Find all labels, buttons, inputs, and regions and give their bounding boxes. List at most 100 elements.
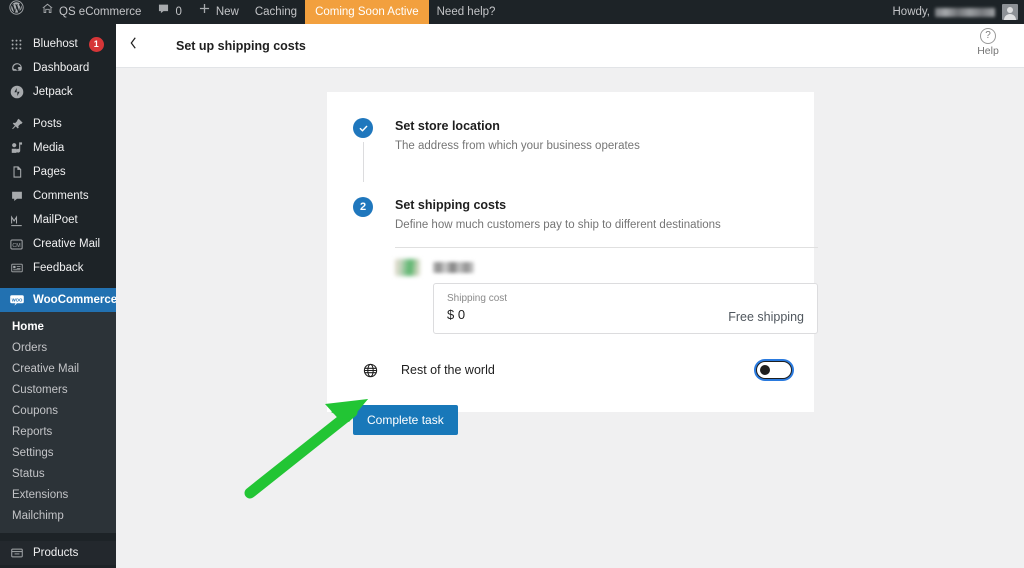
- site-name-label: QS eCommerce: [59, 6, 142, 18]
- page-title: Set up shipping costs: [176, 38, 306, 53]
- coming-soon-active-button[interactable]: Coming Soon Active: [305, 0, 429, 24]
- sidebar-item-label: Pages: [33, 166, 66, 178]
- shipping-cost-input[interactable]: Shipping cost $ 0 Free shipping: [433, 283, 818, 334]
- submenu-item-settings[interactable]: Settings: [0, 443, 116, 464]
- step-number-badge: 2: [353, 197, 373, 217]
- rest-of-world-label: Rest of the world: [401, 363, 495, 377]
- rest-of-world-row: Rest of the world: [353, 357, 792, 383]
- comments-count: 0: [175, 6, 182, 18]
- shipping-region-row: [395, 248, 818, 278]
- creative-mail-cm-icon: CM: [8, 236, 25, 253]
- comment-bubble-icon: [157, 0, 170, 24]
- bluehost-update-badge: 1: [88, 36, 104, 52]
- submenu-item-orders[interactable]: Orders: [0, 338, 116, 359]
- coming-soon-label: Coming Soon Active: [315, 6, 419, 18]
- sidebar-item-label: Comments: [33, 190, 89, 202]
- rest-of-world-toggle[interactable]: [756, 361, 792, 379]
- sidebar-item-woocommerce[interactable]: WOO WooCommerce: [0, 288, 116, 312]
- svg-text:WOO: WOO: [11, 297, 22, 302]
- submenu-item-customers[interactable]: Customers: [0, 380, 116, 401]
- sidebar-item-jetpack[interactable]: Jetpack: [0, 80, 116, 104]
- avatar: [1002, 4, 1018, 20]
- admin-bar: QS eCommerce 0 New Caching Coming Soon A…: [0, 0, 1024, 24]
- woocommerce-icon: WOO: [8, 292, 25, 309]
- submenu-item-reports[interactable]: Reports: [0, 422, 116, 443]
- submenu-item-extensions[interactable]: Extensions: [0, 485, 116, 506]
- submenu-item-status[interactable]: Status: [0, 464, 116, 485]
- sidebar-item-label: Jetpack: [33, 86, 73, 98]
- account-menu[interactable]: Howdy,: [885, 0, 1024, 24]
- sidebar-item-feedback[interactable]: Feedback: [0, 256, 116, 280]
- pages-icon: [8, 164, 25, 181]
- free-shipping-note: Free shipping: [728, 310, 804, 324]
- main-content: Set up shipping costs ? Help Set store l…: [116, 24, 1024, 568]
- step-description: The address from which your business ope…: [395, 140, 640, 152]
- shipping-cost-label: Shipping cost: [447, 293, 508, 304]
- step-title: Set store location: [395, 119, 500, 133]
- comment-bubble-icon: [8, 188, 25, 205]
- page-header: Set up shipping costs ? Help: [116, 24, 1024, 68]
- products-box-icon: [8, 545, 25, 562]
- wordpress-logo-button[interactable]: [0, 0, 33, 24]
- new-label: New: [215, 6, 239, 18]
- sidebar-item-label: Media: [33, 142, 65, 154]
- country-name-redacted: [433, 262, 474, 273]
- sidebar-item-products[interactable]: Products: [0, 541, 116, 565]
- sidebar-item-label: WooCommerce: [33, 294, 116, 306]
- sidebar-item-label: Bluehost: [33, 38, 78, 50]
- username-redacted: [935, 7, 995, 17]
- sidebar-item-dashboard[interactable]: Dashboard: [0, 56, 116, 80]
- help-button[interactable]: ? Help: [966, 28, 1010, 57]
- sidebar-item-pages[interactable]: Pages: [0, 160, 116, 184]
- sidebar-item-comments[interactable]: Comments: [0, 184, 116, 208]
- comments-button[interactable]: 0: [149, 0, 189, 24]
- step-description: Define how much customers pay to ship to…: [395, 219, 721, 231]
- sidebar-item-label: Dashboard: [33, 62, 90, 74]
- help-label: Help: [977, 45, 999, 57]
- submenu-item-creative-mail[interactable]: Creative Mail: [0, 359, 116, 380]
- sidebar-item-label: Products: [33, 547, 79, 559]
- submenu-item-home[interactable]: Home: [0, 317, 116, 338]
- media-icon: [8, 140, 25, 157]
- submenu-item-mailchimp[interactable]: Mailchimp: [0, 506, 116, 527]
- mailpoet-m-icon: [8, 212, 25, 229]
- pin-icon: [8, 116, 25, 133]
- need-help-label: Need help?: [436, 6, 496, 18]
- question-mark-circle-icon: ?: [980, 28, 996, 44]
- new-content-button[interactable]: New: [190, 0, 247, 24]
- sidebar-item-label: MailPoet: [33, 214, 78, 226]
- site-name-button[interactable]: QS eCommerce: [33, 0, 149, 24]
- svg-text:CM: CM: [12, 242, 20, 248]
- back-button[interactable]: [116, 24, 150, 68]
- woocommerce-submenu[interactable]: Home Orders Creative Mail Customers Coup…: [0, 312, 116, 533]
- step-complete-check-icon: [353, 118, 373, 138]
- need-help-button[interactable]: Need help?: [429, 0, 504, 24]
- jetpack-icon: [8, 84, 25, 101]
- step-set-shipping-costs[interactable]: 2 Set shipping costs Define how much cus…: [353, 197, 818, 338]
- sidebar-item-posts[interactable]: Posts: [0, 112, 116, 136]
- sidebar-item-label: Creative Mail: [33, 238, 101, 250]
- sidebar-item-mailpoet[interactable]: MailPoet: [0, 208, 116, 232]
- step-title: Set shipping costs: [395, 198, 507, 212]
- plus-icon: [198, 0, 211, 24]
- grid-dots-icon: [8, 36, 25, 53]
- complete-task-button[interactable]: Complete task: [353, 405, 458, 435]
- step-connector-line: [362, 142, 364, 182]
- sidebar-item-label: Feedback: [33, 262, 84, 274]
- howdy-label: Howdy,: [892, 6, 931, 18]
- step-set-store-location[interactable]: Set store location The address from whic…: [353, 118, 792, 182]
- shipping-setup-card: Set store location The address from whic…: [327, 92, 818, 435]
- home-icon: [41, 0, 54, 24]
- country-flag-icon: [395, 259, 420, 276]
- submenu-item-coupons[interactable]: Coupons: [0, 401, 116, 422]
- admin-sidebar[interactable]: Bluehost 1 Dashboard Jetpack Posts Media…: [0, 24, 116, 568]
- sidebar-item-bluehost[interactable]: Bluehost 1: [0, 32, 116, 56]
- sidebar-item-creative-mail[interactable]: CM Creative Mail: [0, 232, 116, 256]
- caching-label: Caching: [254, 6, 298, 18]
- caching-button[interactable]: Caching: [247, 0, 305, 24]
- toggle-knob: [759, 364, 770, 375]
- sidebar-item-media[interactable]: Media: [0, 136, 116, 160]
- dashboard-icon: [8, 60, 25, 77]
- feedback-icon: [8, 260, 25, 277]
- globe-icon: [359, 362, 381, 379]
